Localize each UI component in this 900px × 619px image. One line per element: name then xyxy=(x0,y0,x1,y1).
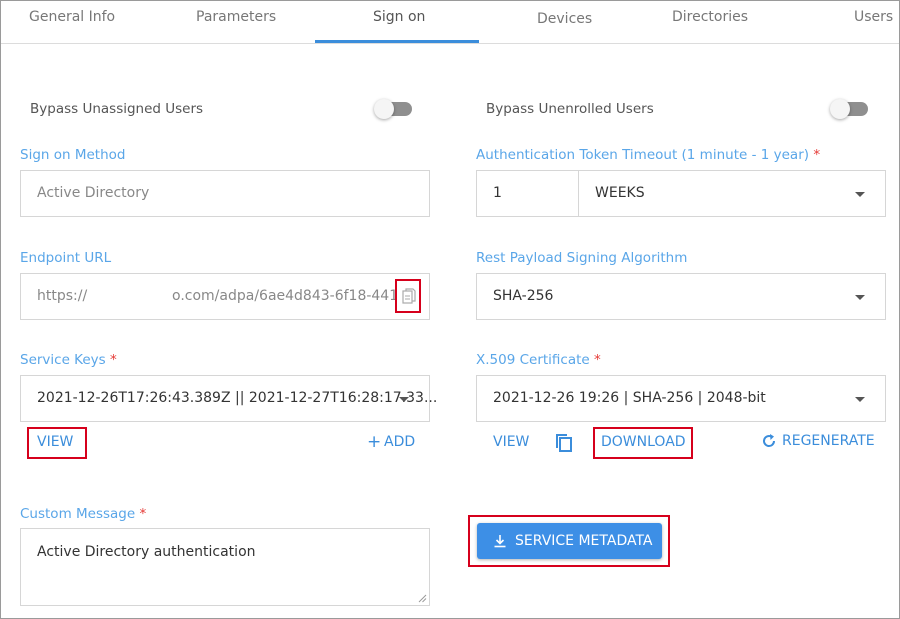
chevron-down-icon xyxy=(855,397,865,402)
certificate-label: X.509 Certificate * xyxy=(476,352,601,368)
bypass-unassigned-toggle[interactable] xyxy=(374,99,412,119)
sign-on-method-value: Active Directory xyxy=(37,185,150,201)
token-timeout-amount-input[interactable]: 1 xyxy=(476,170,579,217)
chevron-down-icon xyxy=(855,295,865,300)
plus-icon[interactable]: + xyxy=(367,432,381,452)
tab-devices[interactable]: Devices xyxy=(537,11,592,27)
endpoint-url-prefix: https:// xyxy=(37,288,88,304)
resize-handle-icon[interactable] xyxy=(418,594,427,603)
service-keys-label: Service Keys * xyxy=(20,352,117,368)
bypass-unassigned-label: Bypass Unassigned Users xyxy=(30,101,204,117)
refresh-icon[interactable] xyxy=(761,433,777,449)
signing-algorithm-label: Rest Payload Signing Algorithm xyxy=(476,250,688,266)
chevron-down-icon xyxy=(855,192,865,197)
sign-on-method-label: Sign on Method xyxy=(20,147,126,163)
certificate-select[interactable]: 2021-12-26 19:26 | SHA-256 | 2048-bit xyxy=(476,375,886,422)
endpoint-url-suffix: o.com/adpa/6ae4d843-6f18-441 xyxy=(172,288,399,304)
bypass-unenrolled-toggle[interactable] xyxy=(830,99,868,119)
bypass-unenrolled-label: Bypass Unenrolled Users xyxy=(486,101,654,117)
token-timeout-unit-select[interactable]: WEEKS xyxy=(578,170,886,217)
sign-on-method-field: Active Directory xyxy=(20,170,430,217)
download-highlight xyxy=(593,427,693,459)
service-keys-add-link[interactable]: ADD xyxy=(384,434,415,450)
tab-sign-on[interactable]: Sign on xyxy=(373,9,425,25)
certificate-regenerate-link[interactable]: REGENERATE xyxy=(782,433,875,449)
tab-parameters[interactable]: Parameters xyxy=(196,9,276,25)
app-frame: General Info Parameters Sign on Devices … xyxy=(0,0,900,619)
service-metadata-button[interactable]: SERVICE METADATA xyxy=(477,523,662,559)
tab-bar: General Info Parameters Sign on Devices … xyxy=(1,1,899,44)
custom-message-textarea[interactable]: Active Directory authentication xyxy=(20,528,430,606)
view-highlight xyxy=(27,427,87,459)
token-timeout-label: Authentication Token Timeout (1 minute -… xyxy=(476,147,821,163)
certificate-view-link[interactable]: VIEW xyxy=(493,434,529,450)
copy-icon[interactable] xyxy=(555,433,573,453)
active-tab-indicator xyxy=(315,40,479,43)
tab-users[interactable]: Users xyxy=(854,9,893,25)
copy-highlight xyxy=(395,279,421,313)
endpoint-url-field: https:// o.com/adpa/6ae4d843-6f18-441 xyxy=(20,273,430,320)
download-icon xyxy=(494,535,506,548)
signing-algorithm-select[interactable]: SHA-256 xyxy=(476,273,886,320)
tab-directories[interactable]: Directories xyxy=(672,9,748,25)
chevron-down-icon xyxy=(399,397,409,402)
service-keys-select[interactable]: 2021-12-26T17:26:43.389Z || 2021-12-27T1… xyxy=(20,375,437,422)
endpoint-url-label: Endpoint URL xyxy=(20,250,112,266)
custom-message-label: Custom Message * xyxy=(20,506,147,522)
tab-general-info[interactable]: General Info xyxy=(29,9,115,25)
